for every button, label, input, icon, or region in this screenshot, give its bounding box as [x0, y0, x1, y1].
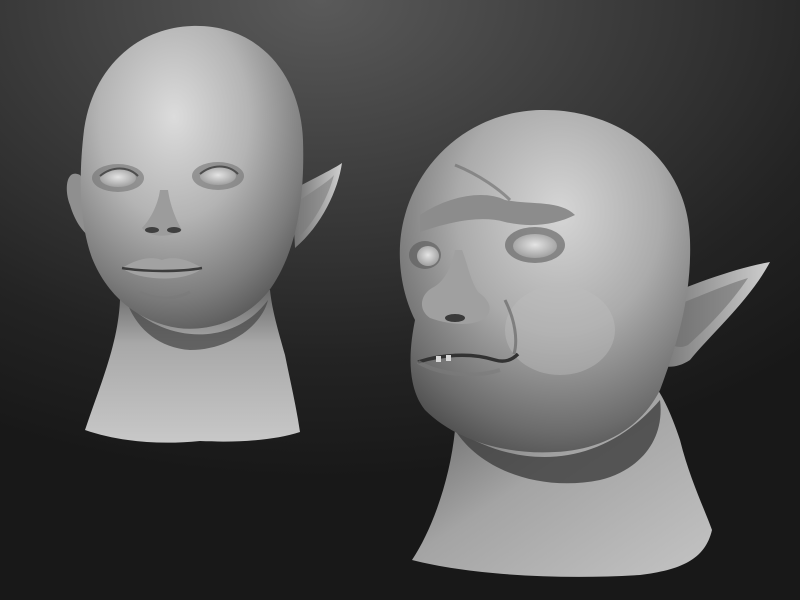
- elf-right-nostril: [167, 227, 181, 233]
- goblin-right-eye: [513, 234, 557, 258]
- elf-left-nostril: [145, 227, 159, 233]
- sculpt-viewport: [0, 0, 800, 600]
- goblin-left-eye: [417, 246, 439, 266]
- goblin-tooth-2: [446, 355, 451, 361]
- goblin-tooth-1: [436, 356, 441, 362]
- sculpt-canvas: [66, 25, 770, 577]
- goblin-male-bust: [399, 109, 770, 577]
- goblin-nostril: [445, 314, 465, 322]
- elf-female-bust: [66, 25, 342, 443]
- goblin-cheek: [505, 285, 615, 375]
